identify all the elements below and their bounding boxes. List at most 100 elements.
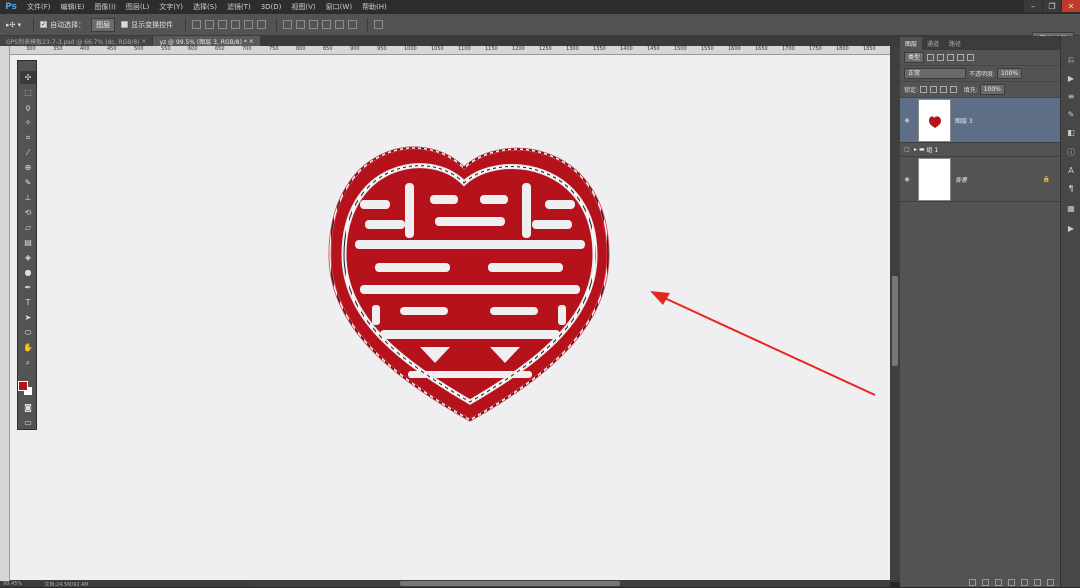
menu-window[interactable]: 窗口(W) <box>321 2 357 12</box>
filter-adjust-icon[interactable] <box>937 54 945 61</box>
stamp-tool-icon[interactable]: ⊥ <box>20 191 36 204</box>
tab-layers[interactable]: 图层 <box>900 37 923 50</box>
auto-select-dropdown[interactable]: 图层 <box>91 17 116 32</box>
distribute-right-icon[interactable] <box>348 20 358 29</box>
horizontal-scroll-thumb[interactable] <box>400 581 620 586</box>
lock-all-icon[interactable] <box>949 86 957 93</box>
gradient-tool-icon[interactable]: ▤ <box>20 236 36 249</box>
opacity-input[interactable]: 100% <box>996 68 1023 79</box>
align-hcenter-icon[interactable] <box>244 20 254 29</box>
distribute-bottom-icon[interactable] <box>309 20 319 29</box>
document-canvas[interactable] <box>10 55 890 582</box>
align-left-icon[interactable] <box>231 20 241 29</box>
magic-wand-icon[interactable]: ✧ <box>20 116 36 129</box>
auto-align-icon[interactable] <box>374 20 384 29</box>
lasso-tool-icon[interactable]: ϙ <box>20 101 36 114</box>
type-tool-icon[interactable]: T <box>20 296 36 309</box>
adjustments-icon[interactable]: ≡ <box>1065 90 1077 102</box>
filter-smart-icon[interactable] <box>967 54 975 61</box>
tab-paths[interactable]: 路径 <box>944 37 966 50</box>
mask-icon[interactable] <box>995 578 1002 586</box>
layer-group-row[interactable]: ▢ ▸ ▬ 组 1 <box>900 143 1060 157</box>
actions-icon[interactable]: ▶ <box>1065 72 1077 84</box>
foreground-color-swatch[interactable] <box>18 381 28 391</box>
adjustment-icon[interactable] <box>1008 578 1015 586</box>
dodge-tool-icon[interactable]: ● <box>20 266 36 279</box>
info-icon[interactable]: ⓘ <box>1065 146 1077 158</box>
history-brush-icon[interactable]: ⟲ <box>20 206 36 219</box>
align-top-icon[interactable] <box>192 20 202 29</box>
pen-tool-icon[interactable]: ✒ <box>20 281 36 294</box>
history-icon[interactable]: ⎌ <box>1065 54 1077 66</box>
link-layers-icon[interactable] <box>969 578 976 586</box>
character-icon[interactable]: A <box>1065 164 1077 176</box>
blur-tool-icon[interactable]: ◈ <box>20 251 36 264</box>
distribute-vcenter-icon[interactable] <box>296 20 306 29</box>
move-tool-icon[interactable]: ✣ <box>20 71 36 84</box>
align-right-icon[interactable] <box>257 20 267 29</box>
lock-position-icon[interactable] <box>939 86 947 93</box>
filter-shape-icon[interactable] <box>957 54 965 61</box>
healing-brush-icon[interactable]: ⊕ <box>20 161 36 174</box>
align-vcenter-icon[interactable] <box>205 20 215 29</box>
layer-filter-kind[interactable]: 类型 <box>904 52 925 63</box>
move-tool-preset[interactable]: ▸✣ ▾ <box>6 21 21 29</box>
menu-view[interactable]: 视图(V) <box>286 2 320 12</box>
eraser-tool-icon[interactable]: ▱ <box>20 221 36 234</box>
tab-yz[interactable]: yz @ 99.5% (图层 3, RGB/8) * × <box>153 36 260 46</box>
distribute-hcenter-icon[interactable] <box>335 20 345 29</box>
fill-input[interactable]: 100% <box>979 84 1005 95</box>
menu-layer[interactable]: 图层(L) <box>121 2 154 12</box>
menu-edit[interactable]: 编辑(E) <box>56 2 90 12</box>
filter-type-icon[interactable] <box>947 54 955 61</box>
marquee-tool-icon[interactable]: ⬚ <box>20 86 36 99</box>
new-group-icon[interactable] <box>1021 578 1028 586</box>
vertical-scroll-thumb[interactable] <box>892 276 898 366</box>
zoom-tool-icon[interactable]: ⌕ <box>20 356 36 369</box>
blend-mode-dropdown[interactable]: 正常 <box>904 68 966 79</box>
fx-icon[interactable] <box>982 578 989 586</box>
paragraph-icon[interactable]: ¶ <box>1065 182 1077 194</box>
layer-row-background[interactable]: ◉ 背景 🔒 <box>900 157 1060 202</box>
trash-icon[interactable] <box>1047 578 1054 586</box>
menu-select[interactable]: 选择(S) <box>188 2 222 12</box>
eyedropper-icon[interactable]: ⁄ <box>20 146 36 159</box>
new-layer-icon[interactable] <box>1034 578 1041 586</box>
distribute-top-icon[interactable] <box>283 20 293 29</box>
restore-icon[interactable]: ❐ <box>1043 0 1061 12</box>
menu-image[interactable]: 图像(I) <box>89 2 121 12</box>
menu-type[interactable]: 文字(Y) <box>154 2 188 12</box>
auto-select-checkbox[interactable]: ✓ 自动选择： <box>40 20 85 30</box>
timeline-icon[interactable]: ▶ <box>1065 222 1077 234</box>
brush-tool-icon[interactable]: ✎ <box>20 176 36 189</box>
minimize-icon[interactable]: – <box>1024 0 1042 12</box>
path-select-icon[interactable]: ➤ <box>20 311 36 324</box>
properties-icon[interactable]: ◧ <box>1065 126 1077 138</box>
swatches-icon[interactable]: ▦ <box>1065 202 1077 214</box>
eye-icon[interactable]: ◉ <box>900 117 914 124</box>
menu-help[interactable]: 帮助(H) <box>357 2 392 12</box>
crop-tool-icon[interactable]: ⌗ <box>20 131 36 144</box>
shape-tool-icon[interactable]: ⬭ <box>20 326 36 339</box>
lock-image-icon[interactable] <box>929 86 937 93</box>
eye-hidden-icon[interactable]: ▢ <box>900 146 914 153</box>
quick-mask-icon[interactable]: ◙ <box>20 401 36 414</box>
layer-row-3[interactable]: ◉ 图层 3 <box>900 98 1060 143</box>
lock-transparent-icon[interactable] <box>919 86 927 93</box>
brush-presets-icon[interactable]: ✎ <box>1065 108 1077 120</box>
tab-gps-template[interactable]: GPS制表模板23-7-3.psd @ 66.7% (dc, RGB/8) × <box>0 36 153 46</box>
hand-tool-icon[interactable]: ✋ <box>20 341 36 354</box>
distribute-left-icon[interactable] <box>322 20 332 29</box>
vertical-scrollbar[interactable] <box>890 46 900 582</box>
eye-icon[interactable]: ◉ <box>900 176 914 183</box>
menu-file[interactable]: 文件(F) <box>22 2 56 12</box>
align-bottom-icon[interactable] <box>218 20 228 29</box>
close-icon[interactable]: ✕ <box>1062 0 1080 12</box>
screen-mode-icon[interactable]: ▭ <box>20 416 36 429</box>
tab-channels[interactable]: 通道 <box>922 37 944 50</box>
filter-pixel-icon[interactable] <box>927 54 935 61</box>
menu-filter[interactable]: 滤镜(T) <box>222 2 256 12</box>
expand-arrow-icon[interactable]: ▸ <box>914 146 917 153</box>
menu-3d[interactable]: 3D(D) <box>256 3 287 11</box>
show-transform-checkbox[interactable]: 显示变换控件 <box>121 20 173 30</box>
